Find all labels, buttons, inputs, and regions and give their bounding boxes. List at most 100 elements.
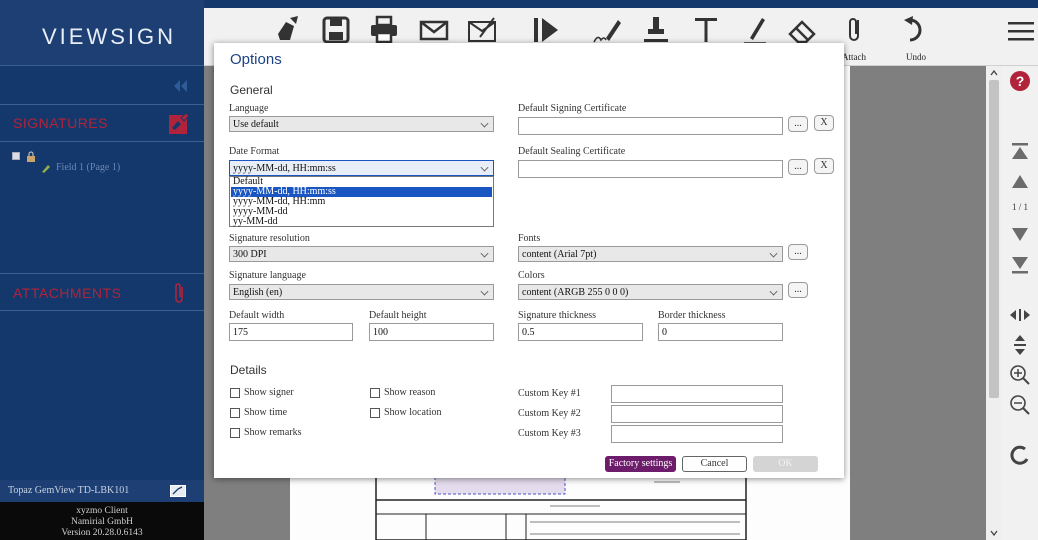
previous-page-icon[interactable] (1008, 170, 1032, 192)
custom-key1-field[interactable] (611, 385, 783, 403)
paperclip-icon (175, 283, 183, 303)
colors-browse-button[interactable]: ... (788, 282, 808, 298)
custom-key3-field[interactable] (611, 425, 783, 443)
signing-cert-clear-button[interactable]: X (814, 115, 834, 131)
zoom-out-icon[interactable] (1008, 394, 1032, 416)
top-strip (204, 0, 1038, 8)
eraser-icon (788, 20, 816, 44)
signature-pad-icon[interactable] (170, 485, 186, 497)
chevron-down-icon (480, 249, 489, 258)
signature-field-item[interactable]: Field 1 (Page 1) (12, 151, 192, 173)
default-height-field[interactable]: 100 (369, 323, 494, 341)
show-time-label: Show time (244, 407, 288, 418)
fonts-select[interactable]: content (Arial 7pt) (518, 246, 783, 262)
scroll-down-arrow-icon[interactable] (990, 530, 998, 536)
show-remarks-label: Show remarks (244, 427, 302, 438)
custom-key1-label: Custom Key #1 (518, 388, 581, 399)
chevron-down-icon (480, 287, 489, 296)
date-format-option[interactable]: yy-MM-dd (231, 217, 492, 227)
page-indicator: 1 / 1 (1011, 202, 1028, 212)
scroll-up-arrow-icon[interactable] (990, 70, 998, 76)
sig-language-select[interactable]: English (en) (229, 284, 494, 300)
mail-sign-icon (468, 17, 496, 42)
chevron-down-icon (769, 287, 778, 296)
show-location-checkbox[interactable] (370, 408, 380, 418)
signatures-section-header[interactable]: SIGNATURES (0, 106, 204, 142)
cancel-button[interactable]: Cancel (682, 456, 747, 472)
signing-cert-browse-button[interactable]: ... (788, 116, 808, 132)
vertical-scrollbar[interactable] (986, 66, 1002, 540)
signatures-label: SIGNATURES (13, 115, 108, 131)
next-field-icon (534, 18, 558, 42)
undo-icon (904, 16, 922, 42)
colors-select[interactable]: content (ARGB 255 0 0 0) (518, 284, 783, 300)
default-height-label: Default height (369, 310, 427, 321)
sig-thickness-field[interactable]: 0.5 (518, 323, 643, 341)
general-section-title: General (230, 83, 273, 97)
signing-cert-label: Default Signing Certificate (518, 103, 627, 114)
attachments-label: ATTACHMENTS (13, 285, 122, 301)
dialog-title: Options (230, 51, 282, 68)
sidebar-collapse-row (0, 67, 204, 105)
show-time-checkbox[interactable] (230, 408, 240, 418)
sealing-cert-clear-button[interactable]: X (814, 158, 834, 174)
ok-button[interactable]: OK (753, 456, 818, 472)
tree-expander[interactable] (12, 152, 20, 160)
sig-thickness-label: Signature thickness (518, 310, 597, 321)
undo-button[interactable]: Undo (896, 12, 936, 62)
chevron-down-icon (480, 119, 489, 128)
fonts-value: content (Arial 7pt) (522, 249, 597, 260)
details-section-title: Details (230, 363, 267, 377)
default-width-field[interactable]: 175 (229, 323, 353, 341)
save-icon (322, 16, 350, 44)
sig-language-label: Signature language (229, 270, 306, 281)
sig-resolution-value: 300 DPI (233, 249, 267, 260)
rotate-icon[interactable] (1008, 444, 1032, 466)
show-signer-checkbox[interactable] (230, 388, 240, 398)
signature-device-row: Topaz GemView TD-LBK101 (0, 480, 204, 502)
custom-key2-field[interactable] (611, 405, 783, 423)
language-value: Use default (233, 119, 279, 130)
fit-width-icon[interactable] (1008, 304, 1032, 326)
hand-edit-icon (278, 16, 298, 40)
mail-icon (419, 20, 449, 41)
freehand-icon (744, 18, 766, 44)
border-thickness-field[interactable]: 0 (658, 323, 783, 341)
zoom-in-icon[interactable] (1008, 364, 1032, 386)
scroll-thumb[interactable] (989, 80, 999, 398)
sidebar: VIEWSIGN SIGNATURES Field 1 (Page 1) ATT… (0, 0, 204, 540)
version-line: Version 20.28.0.6143 (61, 528, 143, 538)
logo-text: VIEWSIGN (42, 24, 177, 49)
custom-key2-label: Custom Key #2 (518, 408, 581, 419)
attachments-section-header[interactable]: ATTACHMENTS (0, 273, 204, 311)
navigation-rail: ? 1 / 1 (1002, 66, 1038, 540)
text-icon (695, 18, 717, 42)
signature-document-icon (169, 112, 190, 134)
next-page-icon[interactable] (1008, 224, 1032, 246)
menu-button[interactable] (1000, 12, 1038, 62)
help-icon[interactable]: ? (1008, 70, 1032, 92)
sig-resolution-select[interactable]: 300 DPI (229, 246, 494, 262)
last-page-icon[interactable] (1008, 254, 1032, 276)
attach-icon (849, 18, 859, 41)
show-remarks-checkbox[interactable] (230, 428, 240, 438)
signing-cert-field[interactable] (518, 117, 783, 135)
hamburger-menu-icon (1008, 22, 1034, 41)
sealing-cert-browse-button[interactable]: ... (788, 159, 808, 175)
date-format-select[interactable]: yyyy-MM-dd, HH:mm:ss (229, 160, 494, 176)
fonts-browse-button[interactable]: ... (788, 244, 808, 260)
app-logo: VIEWSIGN (0, 0, 204, 66)
print-icon (371, 15, 397, 44)
svg-text:?: ? (1016, 73, 1025, 89)
first-page-icon[interactable] (1008, 140, 1032, 162)
show-reason-checkbox[interactable] (370, 388, 380, 398)
date-format-dropdown-list: Default yyyy-MM-dd, HH:mm:ss yyyy-MM-dd,… (229, 176, 494, 227)
version-line: xyzmo Client (76, 506, 128, 516)
factory-settings-button[interactable]: Factory settings (605, 456, 676, 472)
version-line: Namirial GmbH (70, 517, 133, 527)
sig-resolution-label: Signature resolution (229, 233, 310, 244)
language-select[interactable]: Use default (229, 116, 494, 132)
sealing-cert-field[interactable] (518, 160, 783, 178)
fit-height-icon[interactable] (1008, 334, 1032, 356)
double-chevron-left-icon[interactable] (172, 78, 188, 94)
